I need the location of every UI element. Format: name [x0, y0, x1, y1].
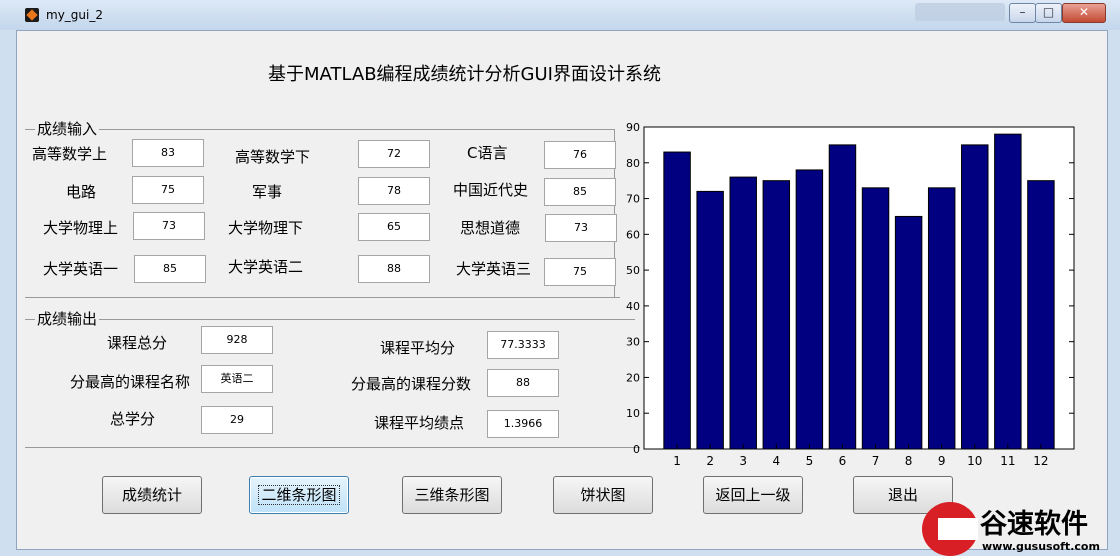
- maximize-button[interactable]: □: [1035, 3, 1062, 23]
- top-course-name-field[interactable]: 英语二: [201, 365, 273, 393]
- title-bar[interactable]: my_gui_2 – □ ✕: [0, 0, 1120, 30]
- score-input[interactable]: 75: [132, 176, 204, 204]
- average-score-label: 课程平均分: [380, 339, 456, 357]
- total-score-field[interactable]: 928: [201, 326, 273, 354]
- x-tick-label: 9: [938, 454, 946, 468]
- top-course-score-field[interactable]: 88: [487, 369, 559, 397]
- x-tick-label: 5: [806, 454, 814, 468]
- course-label: C语言: [467, 144, 508, 162]
- score-input[interactable]: 73: [133, 212, 205, 240]
- bar: [663, 151, 691, 450]
- score-input[interactable]: 75: [544, 258, 616, 286]
- page-title: 基于MATLAB编程成绩统计分析GUI界面设计系统: [268, 64, 661, 85]
- bar: [1027, 180, 1055, 450]
- bar: [696, 190, 724, 450]
- y-tick-label: 90: [626, 121, 640, 134]
- score-input[interactable]: 72: [358, 140, 430, 168]
- course-label: 电路: [66, 183, 97, 201]
- bar: [795, 169, 824, 450]
- course-label: 大学英语三: [456, 260, 532, 278]
- y-tick-label: 0: [633, 443, 640, 456]
- input-panel-bottom-border: [25, 297, 620, 298]
- x-tick-label: 3: [739, 454, 747, 468]
- bar-chart-2d-button-label: 二维条形图: [258, 485, 340, 505]
- pie-chart-button[interactable]: 饼状图: [553, 476, 653, 514]
- score-statistics-button[interactable]: 成绩统计: [102, 476, 202, 514]
- x-tick-label: 2: [706, 454, 714, 468]
- bar: [894, 215, 923, 450]
- watermark-url: www.gususoft.com: [982, 540, 1100, 553]
- total-score-label: 课程总分: [107, 334, 168, 352]
- y-tick-label: 50: [626, 264, 640, 277]
- bar-chart-3d-button[interactable]: 三维条形图: [402, 476, 502, 514]
- bar: [762, 180, 791, 450]
- gusu-logo-icon: [922, 502, 978, 556]
- x-tick-label: 7: [872, 454, 880, 468]
- x-tick-label: 10: [967, 454, 982, 468]
- score-input[interactable]: 88: [358, 255, 430, 283]
- watermark-brand: 谷速软件: [980, 509, 1088, 540]
- x-tick-label: 1: [673, 454, 681, 468]
- bar: [828, 144, 857, 450]
- y-tick-label: 70: [626, 193, 640, 206]
- score-input[interactable]: 76: [544, 141, 616, 169]
- average-gpa-field[interactable]: 1.3966: [487, 410, 559, 438]
- course-label: 中国近代史: [453, 181, 529, 199]
- course-label: 大学物理下: [228, 219, 304, 237]
- y-tick-label: 10: [626, 407, 640, 420]
- output-panel-bottom-border: [25, 447, 640, 448]
- back-button[interactable]: 返回上一级: [703, 476, 803, 514]
- y-tick-label: 60: [626, 228, 640, 241]
- average-gpa-label: 课程平均绩点: [374, 414, 465, 432]
- input-panel-title: 成绩输入: [35, 118, 100, 139]
- y-tick-label: 80: [626, 157, 640, 170]
- bar: [994, 133, 1022, 450]
- course-label: 大学物理上: [43, 219, 119, 237]
- score-input[interactable]: 83: [132, 139, 204, 167]
- bar: [961, 144, 989, 450]
- total-credits-field[interactable]: 29: [201, 406, 273, 434]
- close-button[interactable]: ✕: [1062, 3, 1106, 23]
- total-credits-label: 总学分: [110, 410, 156, 428]
- score-input[interactable]: 78: [358, 177, 430, 205]
- y-tick-label: 40: [626, 300, 640, 313]
- average-score-field[interactable]: 77.3333: [487, 331, 559, 359]
- matlab-icon: [25, 8, 39, 22]
- minimize-button[interactable]: –: [1009, 3, 1036, 23]
- course-label: 军事: [252, 183, 283, 201]
- x-tick-label: 8: [905, 454, 913, 468]
- top-course-score-label: 分最高的课程分数: [351, 375, 472, 393]
- x-tick-label: 4: [772, 454, 780, 468]
- bar-chart: 01020304050607080901 2 3 4 5 6 7 8 9 10 11 12: [626, 121, 1075, 468]
- score-input[interactable]: 73: [545, 214, 617, 242]
- bar: [861, 187, 890, 450]
- x-tick-label: 6: [839, 454, 847, 468]
- score-input[interactable]: 65: [358, 213, 430, 241]
- window-title: my_gui_2: [46, 8, 103, 22]
- output-panel-title: 成绩输出: [35, 308, 100, 329]
- score-input[interactable]: 85: [544, 178, 616, 206]
- x-tick-label: 11: [1000, 454, 1015, 468]
- course-label: 大学英语二: [228, 258, 304, 276]
- course-label: 高等数学下: [235, 148, 311, 166]
- bar: [729, 176, 757, 450]
- input-panel-top-border: [25, 129, 615, 130]
- y-tick-label: 30: [626, 336, 640, 349]
- course-label: 大学英语一: [43, 260, 119, 278]
- y-tick-label: 20: [626, 371, 640, 384]
- bar-chart-2d-button[interactable]: 二维条形图: [249, 476, 349, 514]
- course-label: 高等数学上: [32, 145, 108, 163]
- bar: [927, 187, 956, 450]
- blurred-background-window: [915, 3, 1005, 21]
- top-course-name-label: 分最高的课程名称: [70, 373, 191, 391]
- score-input[interactable]: 85: [134, 255, 206, 283]
- output-panel-top-border: [25, 319, 635, 320]
- course-label: 思想道德: [460, 219, 521, 237]
- x-tick-label: 12: [1033, 454, 1048, 468]
